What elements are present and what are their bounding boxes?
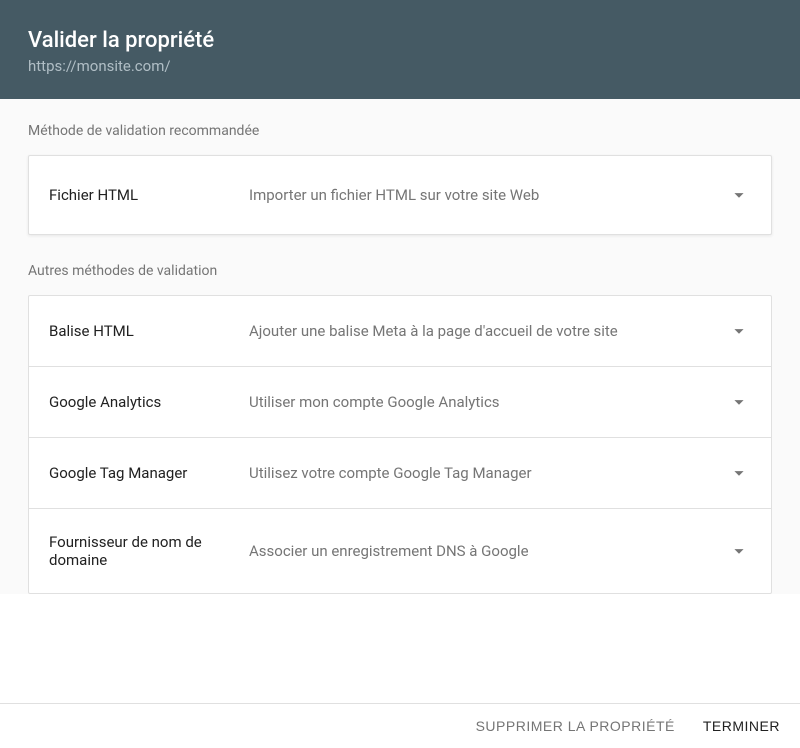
method-name: Google Analytics [49,393,249,411]
chevron-down-icon [727,320,751,342]
chevron-down-icon [727,540,751,562]
method-name: Balise HTML [49,322,249,340]
done-button[interactable]: Terminer [703,718,780,734]
header-title: Valider la propriété [28,28,772,53]
other-methods-list: Balise HTML Ajouter une balise Meta à la… [28,295,772,594]
dialog-content: Méthode de validation recommandée Fichie… [0,99,800,594]
method-desc: Utiliser mon compte Google Analytics [249,393,727,411]
method-row-google-analytics[interactable]: Google Analytics Utiliser mon compte Goo… [29,367,771,438]
recommended-method-card: Fichier HTML Importer un fichier HTML su… [28,155,772,235]
method-desc: Importer un fichier HTML sur votre site … [249,186,727,204]
chevron-down-icon [727,391,751,413]
method-row-dns-provider[interactable]: Fournisseur de nom de domaine Associer u… [29,509,771,593]
chevron-down-icon [727,462,751,484]
method-name: Fournisseur de nom de domaine [49,533,249,569]
method-row-html-tag[interactable]: Balise HTML Ajouter une balise Meta à la… [29,296,771,367]
method-row-google-tag-manager[interactable]: Google Tag Manager Utilisez votre compte… [29,438,771,509]
method-row-html-file[interactable]: Fichier HTML Importer un fichier HTML su… [29,156,771,234]
chevron-down-icon [727,184,751,206]
delete-property-button[interactable]: Supprimer la propriété [476,718,675,734]
dialog-header: Valider la propriété https://monsite.com… [0,0,800,99]
method-desc: Ajouter une balise Meta à la page d'accu… [249,322,727,340]
dialog-footer: Supprimer la propriété Terminer [0,703,800,748]
header-url: https://monsite.com/ [28,57,772,75]
recommended-section-label: Méthode de validation recommandée [28,123,772,139]
method-name: Google Tag Manager [49,464,249,482]
method-desc: Utilisez votre compte Google Tag Manager [249,464,727,482]
other-section-label: Autres méthodes de validation [28,263,772,279]
method-name: Fichier HTML [49,186,249,204]
method-desc: Associer un enregistrement DNS à Google [249,542,727,560]
